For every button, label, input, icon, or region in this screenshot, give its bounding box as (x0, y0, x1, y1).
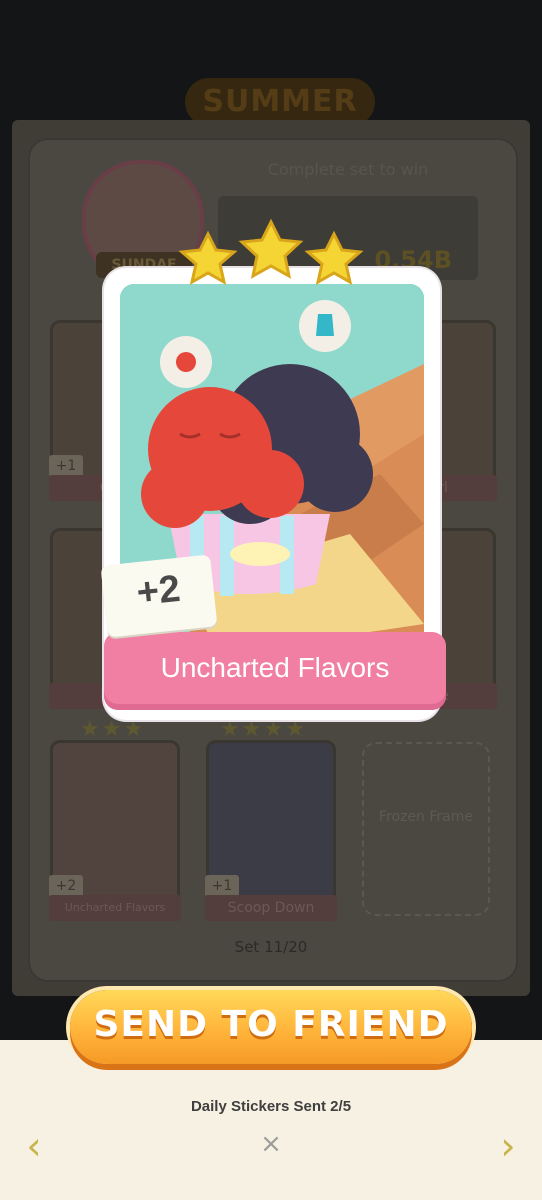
bg-stars: ★ ★ ★ ★ (220, 718, 305, 742)
star-icon: ★ (437, 717, 457, 742)
bg-tile-name: Uncharted Flavors (49, 895, 181, 921)
next-arrow-icon[interactable]: › (488, 1126, 528, 1166)
complete-set-text: Complete set to win (267, 160, 429, 179)
star-icon (304, 230, 364, 285)
send-to-friend-button[interactable]: SEND TO FRIEND (70, 990, 472, 1064)
star-icon: ★ (415, 717, 436, 742)
bg-tile-plus: +2 (49, 875, 83, 897)
star-icon: ★ (372, 717, 392, 742)
bg-sticker-tile: +1 Scoop Down (205, 740, 337, 921)
bonus-value: +2 (134, 567, 183, 615)
bg-tile-plus: +1 (49, 455, 83, 477)
bg-stars: ★ ★ ★ (80, 718, 143, 742)
previous-arrow-icon[interactable]: ‹ (14, 1126, 54, 1166)
star-icon: ★ (263, 717, 284, 742)
bonus-badge: +2 (100, 554, 218, 638)
bg-tile-plus: +1 (205, 875, 239, 897)
set-progress: Set 11/20 (234, 938, 308, 956)
bg-empty-sticker-name: Frozen Frame (379, 809, 473, 825)
star-icon: ★ (123, 717, 144, 742)
bg-tile-name: Scoop Down (205, 895, 337, 921)
bottom-panel: Daily Stickers Sent 2/5 ‹ × › (0, 1040, 542, 1200)
sticker-name-ribbon: Uncharted Flavors (104, 632, 446, 710)
star-icon: ★ (101, 717, 122, 742)
rarity-stars (178, 218, 364, 285)
star-icon: ★ (393, 717, 414, 742)
send-to-friend-label: SEND TO FRIEND (93, 1004, 449, 1045)
star-icon: ★ (285, 717, 305, 742)
star-icon: ★ (80, 717, 100, 742)
sticker-name: Uncharted Flavors (160, 652, 390, 683)
daily-stickers-sent: Daily Stickers Sent 2/5 (190, 1098, 352, 1115)
album-logo: SUMMER (185, 78, 375, 126)
star-icon (178, 230, 238, 285)
close-icon[interactable]: × (255, 1128, 287, 1160)
star-icon (238, 218, 304, 279)
star-icon: ★ (220, 717, 240, 742)
bg-sticker-tile: +2 Uncharted Flavors (49, 740, 181, 921)
bg-empty-sticker: Frozen Frame (362, 742, 490, 916)
star-icon: ★ (241, 717, 262, 742)
bg-stars: ★ ★ ★ ★ (372, 718, 457, 742)
